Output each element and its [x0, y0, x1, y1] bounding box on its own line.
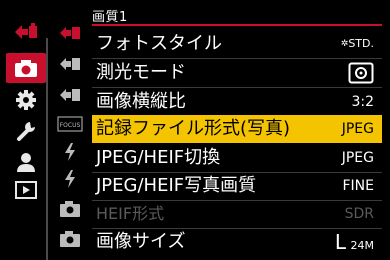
- menu-title: 画質1: [92, 10, 128, 25]
- menu-row-label: 画像サイズ: [96, 231, 186, 252]
- menu-title-underline: [92, 24, 382, 26]
- menu-row-jpeg-heif-switch[interactable]: JPEG/HEIF切換 JPEG: [92, 144, 382, 172]
- menu-row-aspect-ratio[interactable]: 画像横縦比 3:2: [92, 88, 382, 116]
- metering-mode-icon: [348, 62, 374, 84]
- menu-row-label: 測光モード: [96, 62, 186, 83]
- photo-arrow-tab-3-icon[interactable]: [56, 84, 84, 106]
- gear-category-icon[interactable]: [11, 88, 41, 112]
- sub-tab-column: FOCUS: [50, 0, 88, 260]
- menu-row-label: 記録ファイル形式(写真): [96, 118, 291, 139]
- photo-style-value: ✲STD.: [340, 37, 374, 50]
- wrench-category-icon[interactable]: [11, 119, 41, 143]
- menu-row-heif-format: HEIF形式 SDR: [92, 200, 382, 228]
- menu-row-label: フォトスタイル: [96, 33, 222, 54]
- camera-category-icon[interactable]: [6, 53, 46, 83]
- playback-category-icon[interactable]: [11, 178, 41, 202]
- photo-arrow-tab-1-icon[interactable]: [56, 22, 84, 44]
- menu-row-label: 画像横縦比: [96, 91, 186, 112]
- menu-row-value: SDR: [344, 206, 374, 222]
- category-column: [0, 0, 48, 260]
- menu-row-value: 3:2: [351, 94, 374, 110]
- menu-row-label: HEIF形式: [96, 204, 165, 223]
- menu-row-image-size[interactable]: 画像サイズ L 24M: [92, 228, 382, 256]
- camera-menu-screen: FOCUS 画質1 フォトスタイル ✲STD. 測光モード 画像横縦比 3:2 …: [0, 0, 390, 260]
- menu-row-photo-style[interactable]: フォトスタイル ✲STD.: [92, 30, 382, 58]
- flash-tab-2-icon[interactable]: [56, 168, 84, 190]
- menu-row-file-format[interactable]: 記録ファイル形式(写真) JPEG: [92, 115, 382, 143]
- menu-row-value: FINE: [342, 178, 375, 194]
- svg-text:FOCUS: FOCUS: [60, 122, 81, 129]
- camera-tab-2-icon[interactable]: [56, 228, 84, 250]
- image-size-value: L 24M: [334, 230, 374, 254]
- camera-tab-1-icon[interactable]: [56, 198, 84, 220]
- menu-row-value: JPEG: [341, 121, 374, 137]
- photo-arrow-category-icon[interactable]: [11, 20, 41, 44]
- focus-tab-icon[interactable]: FOCUS: [56, 113, 84, 135]
- photo-arrow-tab-2-icon[interactable]: [56, 53, 84, 75]
- person-category-icon[interactable]: [11, 150, 41, 174]
- menu-row-metering-mode[interactable]: 測光モード: [92, 59, 382, 87]
- menu-row-label: JPEG/HEIF切換: [96, 147, 221, 168]
- flash-tab-1-icon[interactable]: [56, 141, 84, 163]
- menu-row-label: JPEG/HEIF写真画質: [96, 175, 257, 196]
- menu-row-image-quality[interactable]: JPEG/HEIF写真画質 FINE: [92, 172, 382, 200]
- menu-row-value: JPEG: [341, 150, 374, 166]
